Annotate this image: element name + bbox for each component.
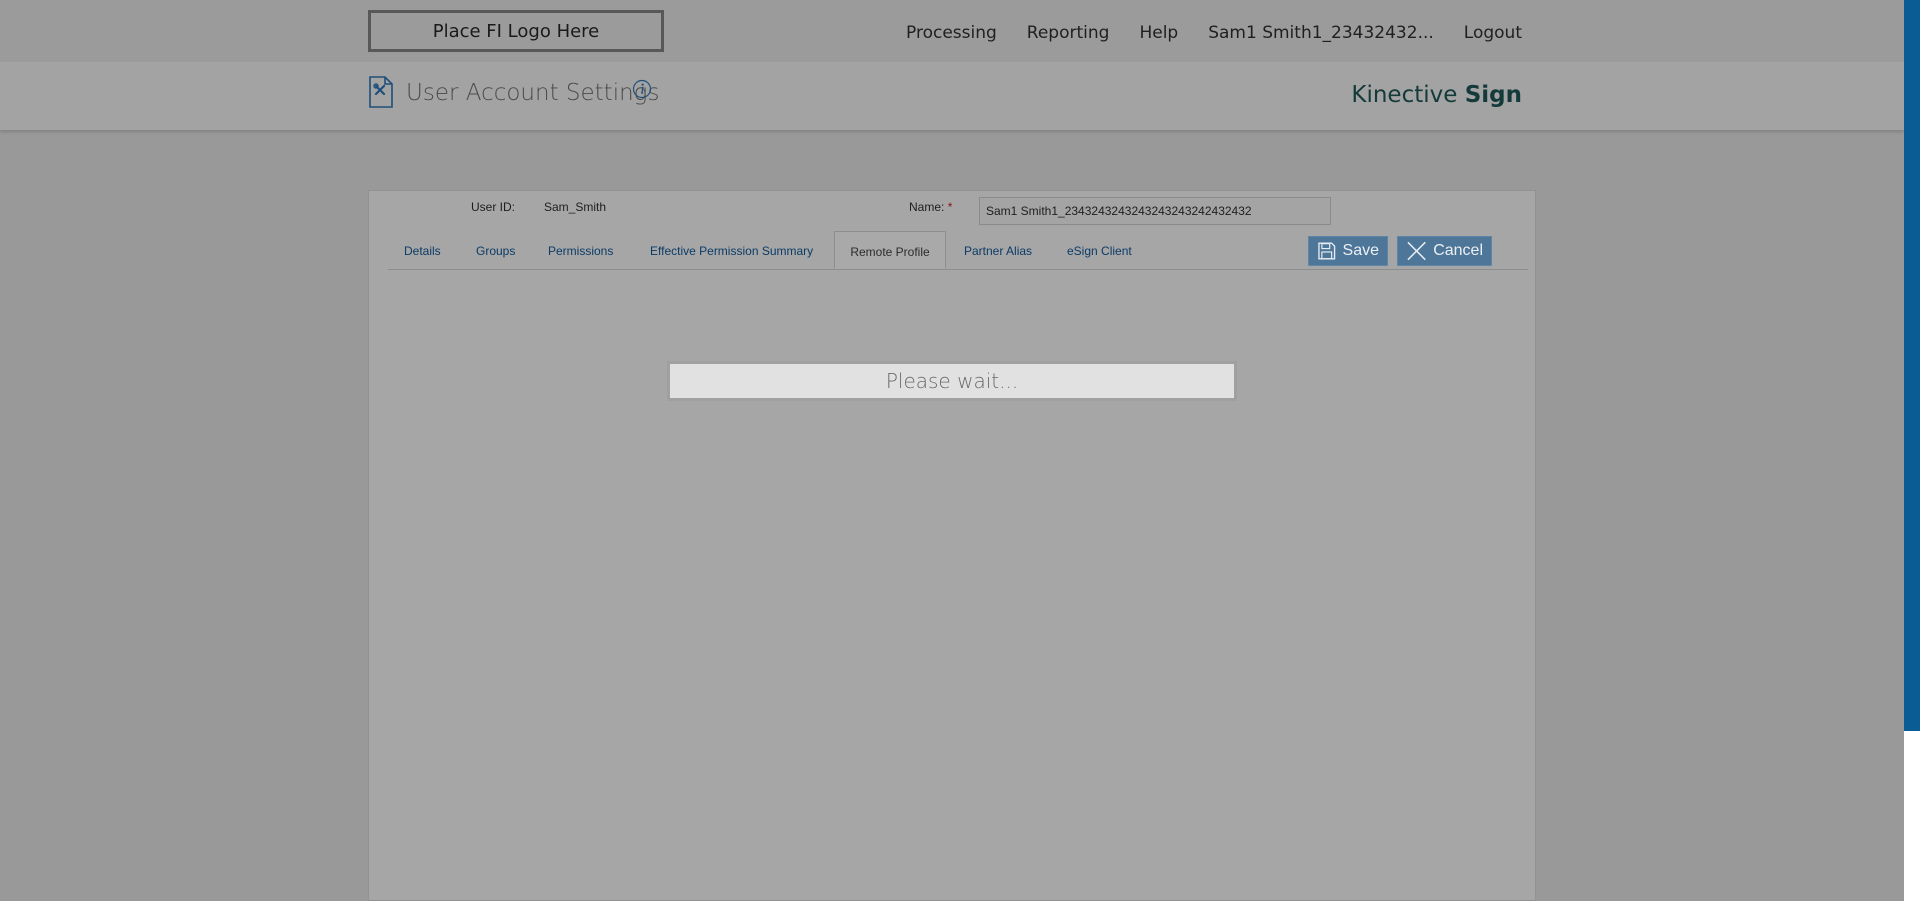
name-field[interactable] (979, 197, 1331, 225)
floppy-disk-icon (1318, 242, 1336, 260)
name-label: Name: * (909, 200, 952, 214)
tab-remote-profile[interactable]: Remote Profile (834, 231, 946, 269)
tab-esign-client[interactable]: eSign Client (1067, 231, 1132, 269)
right-accent-gap (1904, 731, 1920, 901)
nav-help[interactable]: Help (1139, 23, 1178, 43)
top-header: Place FI Logo Here Processing Reporting … (0, 0, 1904, 62)
tab-groups[interactable]: Groups (476, 231, 515, 269)
tab-details[interactable]: Details (404, 231, 441, 269)
nav-logout[interactable]: Logout (1464, 23, 1522, 43)
name-label-text: Name: (909, 200, 945, 214)
please-wait-dialog: Please wait... (667, 361, 1237, 401)
top-navigation: Processing Reporting Help Sam1 Smith1_23… (906, 0, 1522, 66)
save-button[interactable]: Save (1308, 236, 1388, 266)
user-id-value: Sam_Smith (544, 200, 607, 214)
brand-name-bold: Sign (1464, 82, 1522, 108)
tab-effective-permission-summary[interactable]: Effective Permission Summary (650, 231, 813, 269)
tab-permissions[interactable]: Permissions (548, 231, 613, 269)
nav-user-name[interactable]: Sam1 Smith1_23432432... (1208, 23, 1434, 43)
close-icon (1407, 241, 1426, 261)
right-accent-bar (1904, 0, 1920, 731)
page-title: User Account Settings (406, 80, 660, 106)
info-icon[interactable] (632, 79, 652, 99)
page-header-band (0, 62, 1904, 130)
cancel-button[interactable]: Cancel (1397, 236, 1492, 266)
save-label: Save (1342, 242, 1379, 259)
settings-document-icon (369, 76, 393, 108)
tab-partner-alias[interactable]: Partner Alias (964, 231, 1032, 269)
nav-reporting[interactable]: Reporting (1027, 23, 1110, 43)
fi-logo-placeholder[interactable]: Place FI Logo Here (368, 10, 664, 52)
brand-logo: Kinective Sign (1351, 82, 1522, 108)
brand-name-light: Kinective (1351, 82, 1465, 108)
user-id-label: User ID: (471, 200, 516, 214)
nav-processing[interactable]: Processing (906, 23, 997, 43)
required-mark: * (947, 200, 953, 214)
account-settings-panel (368, 190, 1536, 901)
cancel-label: Cancel (1433, 242, 1483, 259)
